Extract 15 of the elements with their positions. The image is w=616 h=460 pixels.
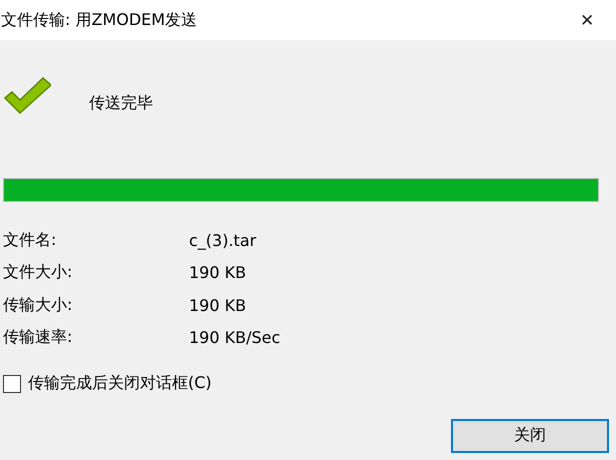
field-label: 文件大小: bbox=[3, 262, 74, 284]
field-label: 文件名: bbox=[3, 230, 58, 251]
field-value: 190 KB bbox=[189, 263, 246, 282]
checkmark-icon bbox=[3, 76, 51, 114]
field-label: 传输大小: bbox=[3, 294, 74, 316]
field-value: c_(3).tar bbox=[189, 230, 256, 250]
checkbox[interactable] bbox=[3, 374, 21, 392]
field-value: 190 KB bbox=[189, 296, 246, 315]
status-text: 传送完毕 bbox=[89, 92, 153, 114]
window-title: 文件传输: 用ZMODEM发送 bbox=[1, 10, 198, 30]
checkbox-label: 传输完成后关闭对话框(C) bbox=[28, 373, 212, 394]
close-button[interactable]: 关闭 bbox=[451, 419, 609, 453]
field-value: 190 KB/Sec bbox=[189, 328, 280, 348]
field-label: 传输速率: bbox=[3, 327, 74, 348]
close-button[interactable]: ✕ bbox=[580, 10, 594, 30]
